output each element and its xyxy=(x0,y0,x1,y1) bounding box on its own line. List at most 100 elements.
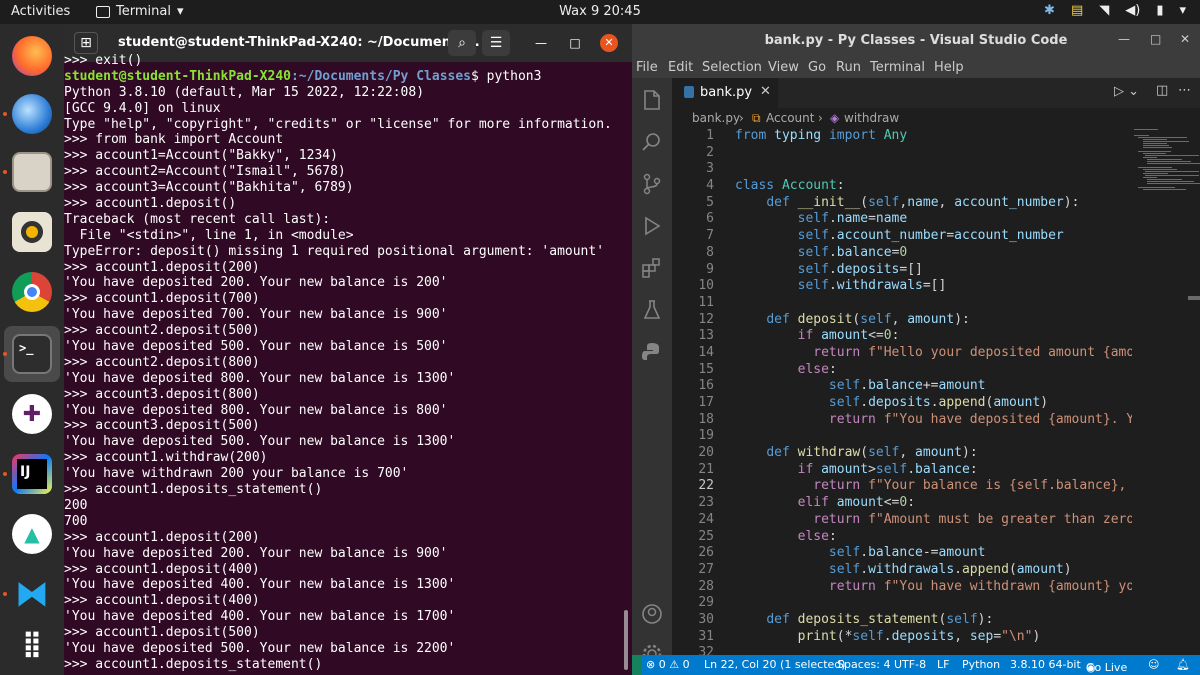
battery-icon[interactable]: ▮ xyxy=(1156,3,1163,18)
terminal-window[interactable]: ⊞ student@student-ThinkPad-X240: ~/Docum… xyxy=(64,24,632,675)
vscode-window[interactable]: bank.py - Py Classes - Visual Studio Cod… xyxy=(632,24,1200,675)
end-of-line[interactable]: LF xyxy=(937,658,949,671)
code-line[interactable]: 11 xyxy=(672,295,1132,312)
menu-file[interactable]: File xyxy=(636,60,658,75)
encoding[interactable]: UTF-8 xyxy=(894,658,926,671)
problems-indicator[interactable]: ⊗ 0 ⚠ 0 xyxy=(646,658,690,671)
volume-icon[interactable]: ◀) xyxy=(1125,3,1140,18)
code-line[interactable]: 30 def deposits_statement(self): xyxy=(672,612,1132,629)
code-line[interactable]: 29 xyxy=(672,595,1132,612)
code-line[interactable]: 6 self.name=name xyxy=(672,211,1132,228)
close-tab-icon[interactable]: ✕ xyxy=(760,84,771,99)
slack-tray-icon[interactable]: ✱ xyxy=(1044,3,1055,18)
terminal-scrollbar[interactable] xyxy=(624,610,628,670)
indentation[interactable]: Spaces: 4 xyxy=(837,658,890,671)
vscode-close-button[interactable]: ✕ xyxy=(1180,32,1190,46)
menu-go[interactable]: Go xyxy=(808,60,826,75)
feedback-icon[interactable]: ☺ xyxy=(1148,658,1159,671)
thunderbird-icon[interactable] xyxy=(12,94,52,134)
new-tab-button[interactable]: ⊞ xyxy=(74,32,98,54)
code-line[interactable]: 7 self.account_number=account_number xyxy=(672,228,1132,245)
menu-selection[interactable]: Selection xyxy=(702,60,762,75)
breadcrumb-method[interactable]: withdraw xyxy=(844,111,899,125)
code-line[interactable]: 8 self.balance=0 xyxy=(672,245,1132,262)
python-icon[interactable] xyxy=(640,340,664,364)
notes-tray-icon[interactable]: ▤ xyxy=(1071,3,1083,18)
code-line[interactable]: 3 xyxy=(672,161,1132,178)
chrome-icon[interactable] xyxy=(12,272,52,312)
activities-button[interactable]: Activities xyxy=(11,4,70,19)
split-editor-icon[interactable]: ◫ xyxy=(1156,83,1168,98)
cursor-position[interactable]: Ln 22, Col 20 (1 selected) xyxy=(704,658,846,671)
accounts-icon[interactable] xyxy=(640,602,664,626)
source-control-icon[interactable] xyxy=(640,172,664,196)
language-mode[interactable]: Python xyxy=(962,658,1000,671)
app-menu[interactable]: Terminal ▾ xyxy=(96,4,183,19)
code-line[interactable]: 24 return f"Amount must be greater than … xyxy=(672,512,1132,529)
code-line[interactable]: 18 return f"You have deposited {amount}.… xyxy=(672,412,1132,429)
vscode-icon[interactable]: ⧓ xyxy=(12,574,52,614)
system-tray[interactable]: ✱ ▤ ◥ ◀) ▮ ▾ xyxy=(1044,3,1186,18)
code-line[interactable]: 20 def withdraw(self, amount): xyxy=(672,445,1132,462)
code-line[interactable]: 16 self.balance+=amount xyxy=(672,378,1132,395)
menu-terminal[interactable]: Terminal xyxy=(870,60,925,75)
code-line[interactable]: 10 self.withdrawals=[] xyxy=(672,278,1132,295)
code-line[interactable]: 2 xyxy=(672,145,1132,162)
vscode-minimize-button[interactable]: — xyxy=(1118,32,1130,46)
menu-help[interactable]: Help xyxy=(934,60,964,75)
code-line[interactable]: 15 else: xyxy=(672,362,1132,379)
breadcrumb-class[interactable]: Account xyxy=(766,111,814,125)
code-line[interactable]: 27 self.withdrawals.append(amount) xyxy=(672,562,1132,579)
run-debug-icon[interactable] xyxy=(640,214,664,238)
code-line[interactable]: 4 class Account: xyxy=(672,178,1132,195)
code-line[interactable]: 31 print(*self.deposits, sep="\n") xyxy=(672,629,1132,646)
intellij-icon[interactable]: IJ xyxy=(12,454,52,494)
grid-icon[interactable]: ⣿ xyxy=(12,624,52,664)
code-line[interactable]: 9 self.deposits=[] xyxy=(672,262,1132,279)
terminal-icon[interactable]: >_ xyxy=(12,334,52,374)
rhythmbox-icon[interactable] xyxy=(12,212,52,252)
code-line[interactable]: 19 xyxy=(672,428,1132,445)
code-line[interactable]: 13 if amount<=0: xyxy=(672,328,1132,345)
terminal-output[interactable]: >>> exit() student@student-ThinkPad-X240… xyxy=(64,53,632,675)
more-actions-icon[interactable]: ⋯ xyxy=(1178,83,1191,98)
code-line[interactable]: 25 else: xyxy=(672,529,1132,546)
slack-icon[interactable]: ✚ xyxy=(12,394,52,434)
menu-run[interactable]: Run xyxy=(836,60,861,75)
breadcrumb-file[interactable]: bank.py xyxy=(692,111,740,125)
firefox-icon[interactable] xyxy=(12,36,52,76)
code-line[interactable]: 17 self.deposits.append(amount) xyxy=(672,395,1132,412)
code-line[interactable]: 14 return f"Hello your deposited amount … xyxy=(672,345,1132,362)
python-interpreter[interactable]: 3.8.10 64-bit xyxy=(1010,658,1081,671)
menu-edit[interactable]: Edit xyxy=(668,60,693,75)
tab-bank-py[interactable]: bank.py ✕ xyxy=(672,78,778,108)
menu-view[interactable]: View xyxy=(768,60,799,75)
code-line[interactable]: 28 return f"You have withdrawn {amount} … xyxy=(672,579,1132,596)
files-icon[interactable] xyxy=(12,152,52,192)
editor-scrollbar[interactable] xyxy=(1188,296,1200,300)
notifications-bell-icon[interactable]: 🔔︎ xyxy=(1176,658,1190,671)
code-line[interactable]: 5 def __init__(self,name, account_number… xyxy=(672,195,1132,212)
code-line[interactable]: 22 return f"Your balance is {self.balanc… xyxy=(672,478,1132,495)
code-line[interactable]: 23 elif amount<=0: xyxy=(672,495,1132,512)
maximize-button[interactable]: □ xyxy=(566,34,584,52)
search-icon[interactable] xyxy=(640,130,664,154)
extensions-icon[interactable] xyxy=(640,256,664,280)
explorer-icon[interactable] xyxy=(640,88,664,112)
code-line[interactable]: 1 from typing import Any xyxy=(672,128,1132,145)
minimap[interactable] xyxy=(1134,128,1200,208)
power-menu-chevron-icon[interactable]: ▾ xyxy=(1179,3,1186,18)
code-line[interactable]: 32 xyxy=(672,645,1132,655)
close-button[interactable]: ✕ xyxy=(600,34,618,52)
testing-icon[interactable] xyxy=(640,298,664,322)
vscode-maximize-button[interactable]: □ xyxy=(1150,32,1161,46)
code-line[interactable]: 21 if amount>self.balance: xyxy=(672,462,1132,479)
code-line[interactable]: 26 self.balance-=amount xyxy=(672,545,1132,562)
vscode-insiders-icon[interactable]: ▲ xyxy=(12,514,52,554)
code-editor[interactable]: 1 from typing import Any 2 3 4 class Account:… xyxy=(672,128,1132,655)
remote-indicator[interactable] xyxy=(632,655,642,675)
wifi-icon[interactable]: ◥ xyxy=(1099,3,1109,18)
minimize-button[interactable]: — xyxy=(532,34,550,52)
run-python-file-button[interactable]: ▷ ⌄ xyxy=(1114,84,1139,99)
code-line[interactable]: 12 def deposit(self, amount): xyxy=(672,312,1132,329)
